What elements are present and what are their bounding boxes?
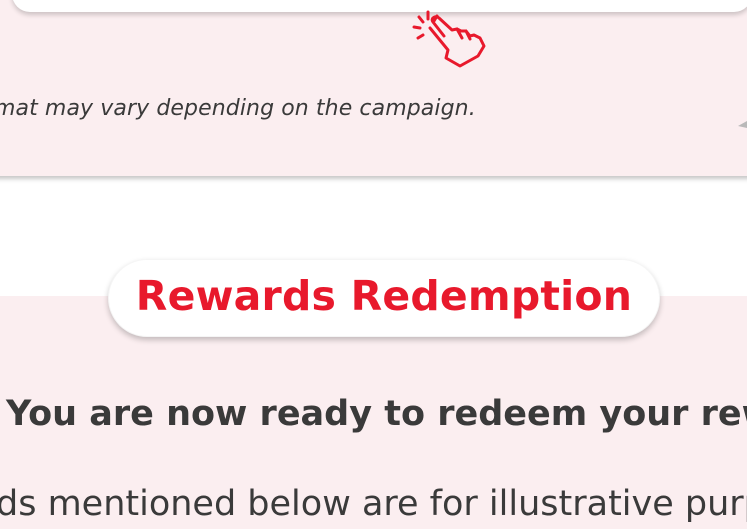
illustrative-note-text: ds mentioned below are for illustrative … — [0, 484, 747, 524]
section-title: Rewards Redemption — [135, 272, 633, 320]
previous-section-panel — [0, 0, 747, 176]
hand-tap-icon — [408, 8, 488, 68]
previous-section-card — [12, 0, 747, 12]
campaign-note-text: mat may vary depending on the campaign. — [0, 96, 476, 121]
section-heading-pill: Rewards Redemption — [108, 259, 660, 337]
ready-to-redeem-text: You are now ready to redeem your rewards — [6, 394, 747, 434]
page: mat may vary depending on the campaign. … — [0, 0, 747, 529]
arrow-left-icon[interactable] — [737, 116, 747, 128]
